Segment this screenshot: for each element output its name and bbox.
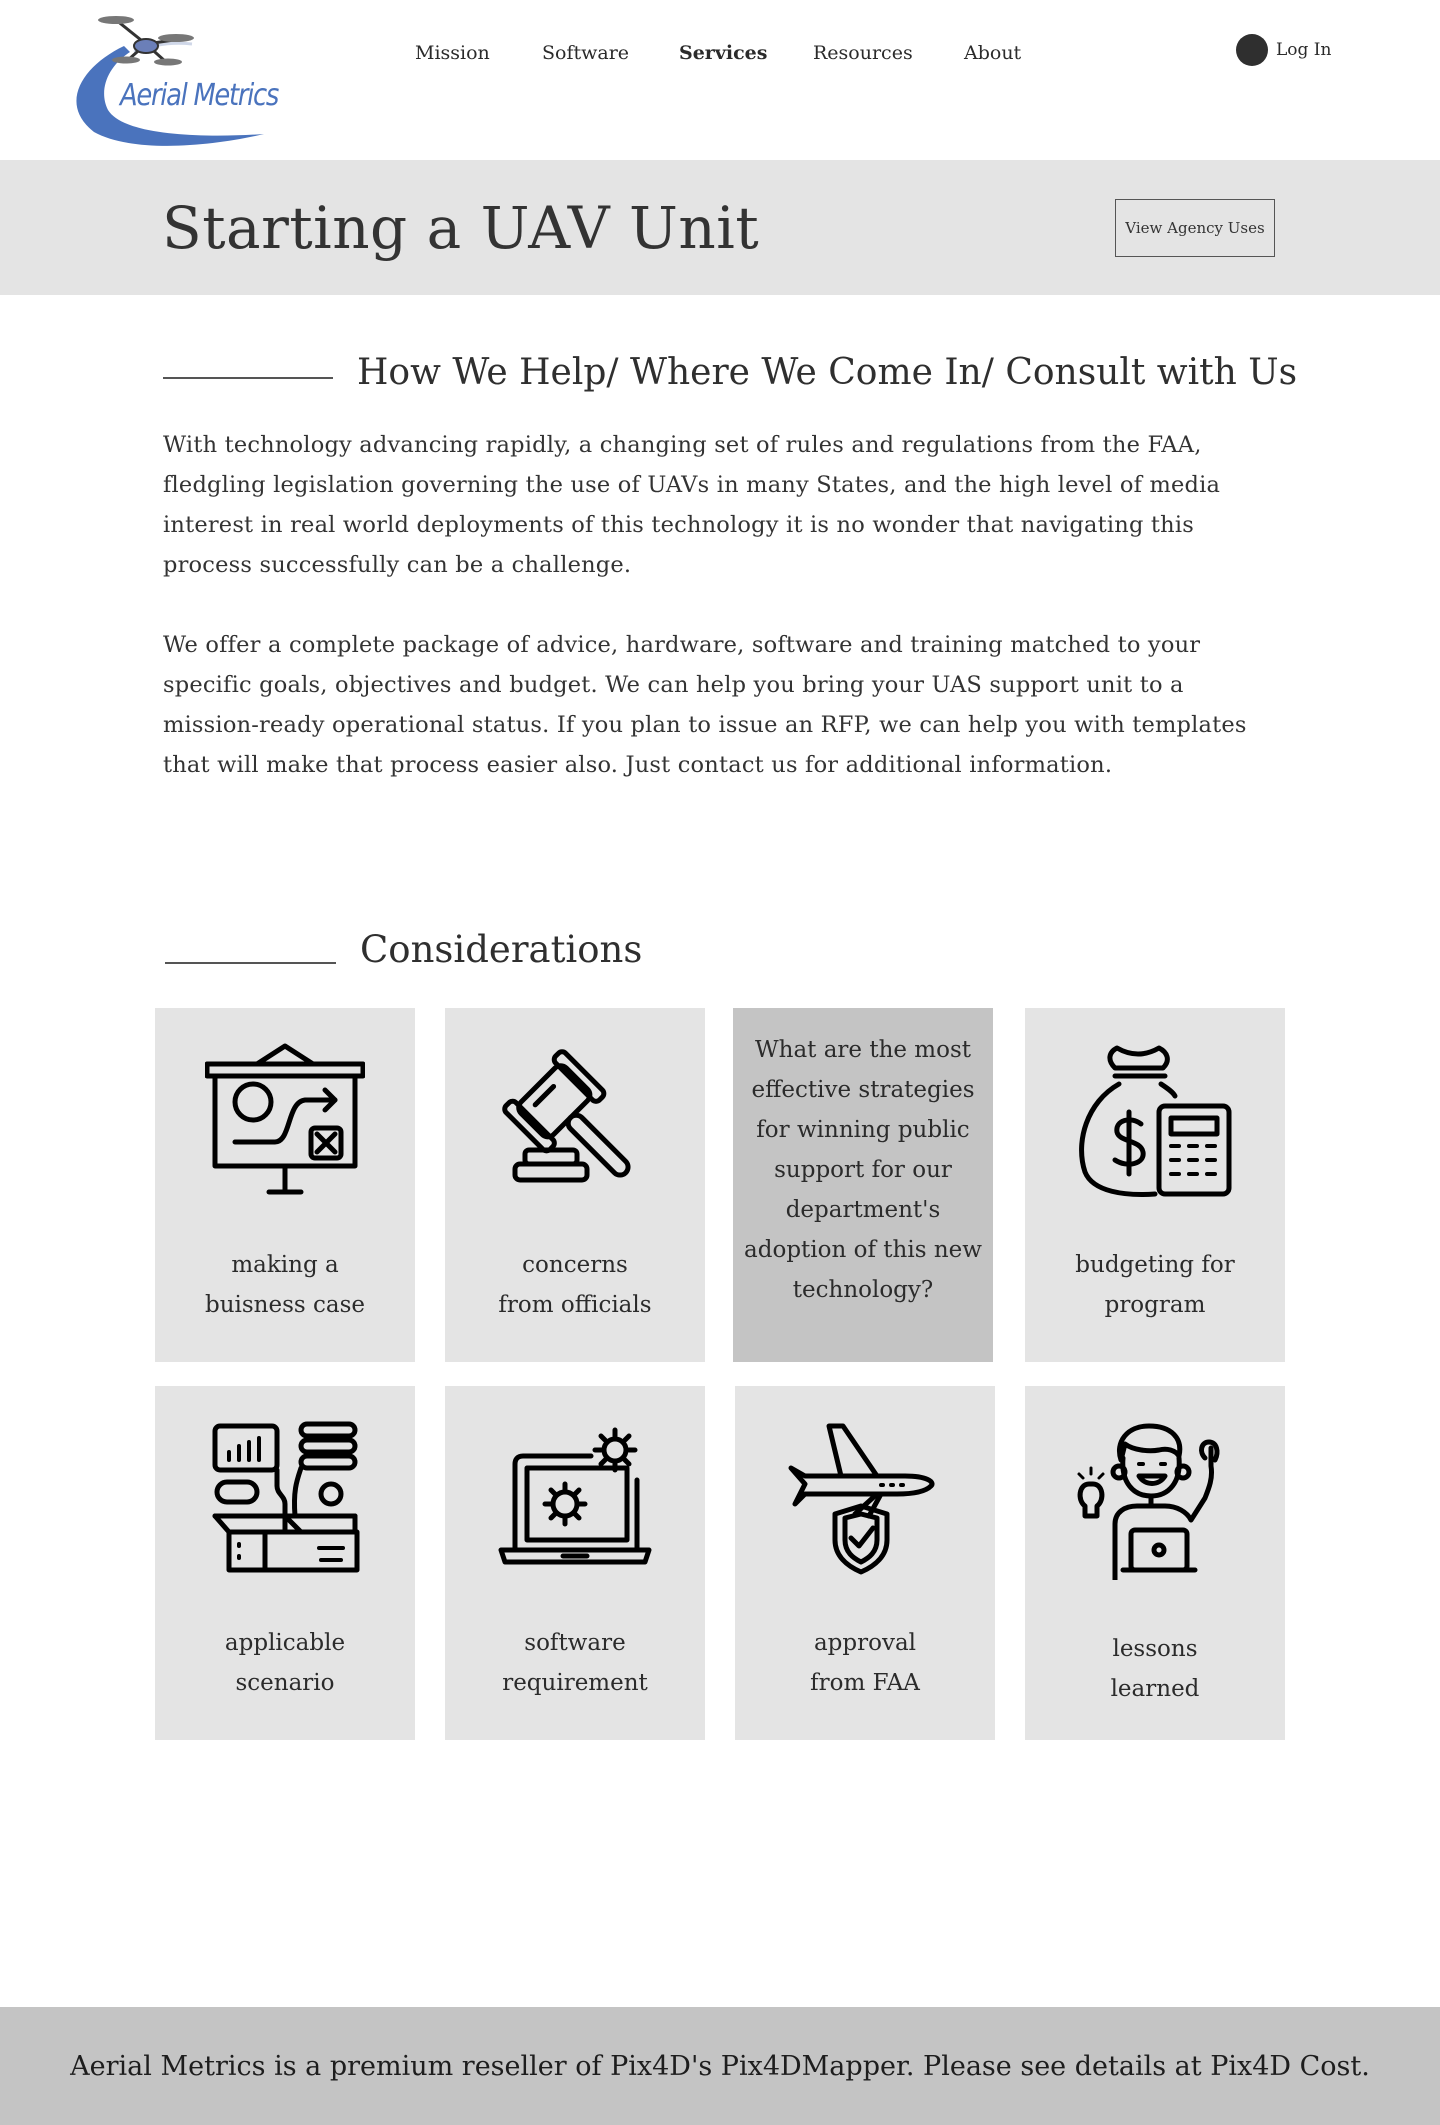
help-paragraph-1: With technology advancing rapidly, a cha…: [163, 432, 1221, 578]
gavel-icon: [502, 1049, 631, 1183]
site-header: Aerial Metrics Mission Software Services…: [0, 0, 1440, 160]
card-label: software: [524, 1630, 626, 1656]
card-label: program: [1104, 1292, 1206, 1318]
card-label: from FAA: [810, 1670, 920, 1696]
card-lessons-learned[interactable]: lessons learned: [1025, 1386, 1285, 1740]
card-faa-approval[interactable]: approval from FAA: [735, 1386, 995, 1740]
page-title: Starting a UAV Unit: [162, 194, 760, 262]
heading-rule: [163, 377, 333, 379]
footer-text: Aerial Metrics is a premium reseller of …: [70, 2050, 1370, 2082]
avatar: [1236, 34, 1268, 66]
card-budgeting[interactable]: budgeting for program: [1025, 1008, 1285, 1362]
card-label: lessons: [1112, 1636, 1198, 1662]
card-business-case[interactable]: making a buisness case: [155, 1008, 415, 1362]
logo-text: Aerial Metrics: [120, 78, 279, 113]
card-software-requirement[interactable]: software requirement: [445, 1386, 705, 1740]
card-label: concerns: [522, 1252, 628, 1278]
card-label: budgeting for: [1075, 1252, 1235, 1278]
nav-item-mission[interactable]: Mission: [415, 42, 490, 64]
card-label: from officials: [498, 1292, 652, 1318]
considerations-heading: Considerations: [360, 928, 643, 971]
title-band: Starting a UAV Unit View Agency Uses: [0, 160, 1440, 295]
nav-item-resources[interactable]: Resources: [813, 42, 913, 64]
help-heading: How We Help/ Where We Come In/ Consult w…: [357, 352, 1298, 393]
person-idea-icon: [1077, 1423, 1220, 1580]
nav-item-about[interactable]: About: [964, 42, 1021, 64]
laptop-gears-icon: [498, 1427, 652, 1565]
presentation-board-icon: [205, 1043, 365, 1195]
card-label: scenario: [235, 1670, 335, 1696]
airplane-shield-icon: [788, 1423, 935, 1575]
nav-item-software[interactable]: Software: [542, 42, 629, 64]
money-bag-calculator-icon: [1079, 1045, 1232, 1197]
card-concerns-officials[interactable]: concerns from officials: [445, 1008, 705, 1362]
main-nav: Mission Software Services Resources Abou…: [0, 42, 1440, 72]
nav-item-services[interactable]: Services: [679, 42, 767, 64]
analytics-box-icon: [212, 1421, 360, 1573]
card-applicable-scenario[interactable]: applicable scenario: [155, 1386, 415, 1740]
card-label: making a: [231, 1252, 339, 1278]
view-agency-uses-button[interactable]: View Agency Uses: [1115, 199, 1275, 257]
help-paragraph-2: We offer a complete package of advice, h…: [163, 632, 1247, 778]
card-label: learned: [1110, 1676, 1200, 1702]
site-footer: Aerial Metrics is a premium reseller of …: [0, 2007, 1440, 2125]
card-label: approval: [813, 1630, 917, 1656]
card-question-text: What are the most effective strategies f…: [744, 1037, 982, 1303]
login-label: Log In: [1276, 40, 1332, 60]
heading-rule: [165, 962, 336, 964]
card-label: buisness case: [204, 1292, 366, 1318]
logo[interactable]: Aerial Metrics: [64, 14, 294, 150]
card-label: applicable: [224, 1630, 346, 1656]
card-label: requirement: [502, 1670, 648, 1696]
login-button[interactable]: Log In: [1236, 34, 1331, 66]
card-public-support-question[interactable]: What are the most effective strategies f…: [733, 1008, 993, 1362]
